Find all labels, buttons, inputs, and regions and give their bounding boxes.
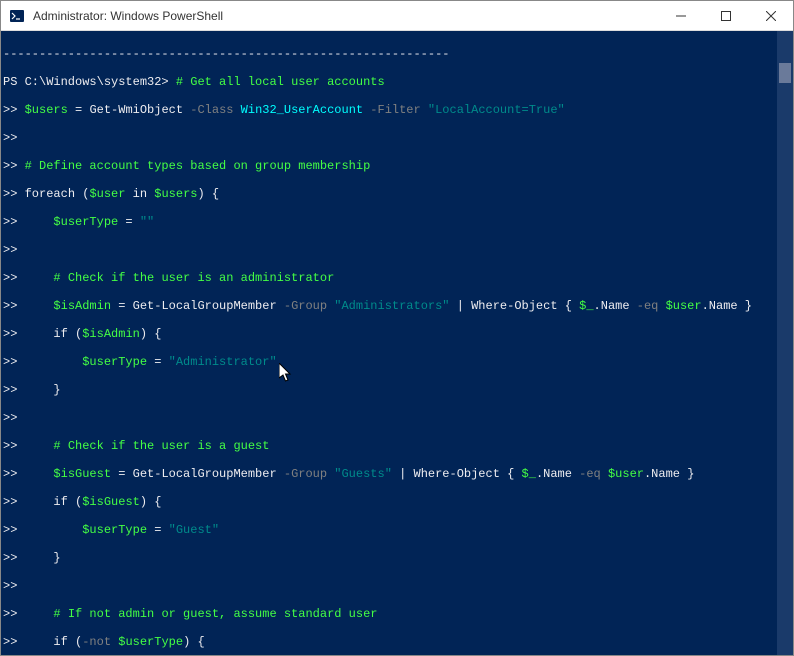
powershell-icon	[9, 8, 25, 24]
terminal-line: >> # Check if the user is an administrat…	[3, 271, 793, 285]
terminal-line: >> $isAdmin = Get-LocalGroupMember -Grou…	[3, 299, 793, 313]
terminal-line: >> }	[3, 383, 793, 397]
scrollbar-thumb[interactable]	[779, 63, 791, 83]
terminal-line: >> $users = Get-WmiObject -Class Win32_U…	[3, 103, 793, 117]
terminal-line: PS C:\Windows\system32> # Get all local …	[3, 75, 793, 89]
window-title: Administrator: Windows PowerShell	[33, 9, 658, 23]
terminal-line: >>	[3, 411, 793, 425]
powershell-window: Administrator: Windows PowerShell ------…	[0, 0, 794, 656]
titlebar[interactable]: Administrator: Windows PowerShell	[1, 1, 793, 31]
terminal-line: >> $userType = "Guest"	[3, 523, 793, 537]
terminal-line: >>	[3, 243, 793, 257]
scrollbar[interactable]	[777, 31, 793, 655]
terminal-line: >>	[3, 131, 793, 145]
terminal-line: >>	[3, 579, 793, 593]
terminal-line: >> if (-not $userType) {	[3, 635, 793, 649]
terminal-line: >> if ($isAdmin) {	[3, 327, 793, 341]
terminal-line: >> if ($isGuest) {	[3, 495, 793, 509]
terminal-line: ----------------------------------------…	[3, 47, 793, 61]
terminal-line: >> # Define account types based on group…	[3, 159, 793, 173]
terminal-line: >> $isGuest = Get-LocalGroupMember -Grou…	[3, 467, 793, 481]
terminal-line: >> # If not admin or guest, assume stand…	[3, 607, 793, 621]
terminal-line: >> foreach ($user in $users) {	[3, 187, 793, 201]
close-button[interactable]	[748, 1, 793, 30]
terminal-line: >> # Check if the user is a guest	[3, 439, 793, 453]
minimize-button[interactable]	[658, 1, 703, 30]
terminal-line: >> $userType = ""	[3, 215, 793, 229]
terminal-body[interactable]: ----------------------------------------…	[1, 31, 793, 655]
maximize-button[interactable]	[703, 1, 748, 30]
window-controls	[658, 1, 793, 30]
terminal-line: >> }	[3, 551, 793, 565]
terminal-line: >> $userType = "Administrator"	[3, 355, 793, 369]
